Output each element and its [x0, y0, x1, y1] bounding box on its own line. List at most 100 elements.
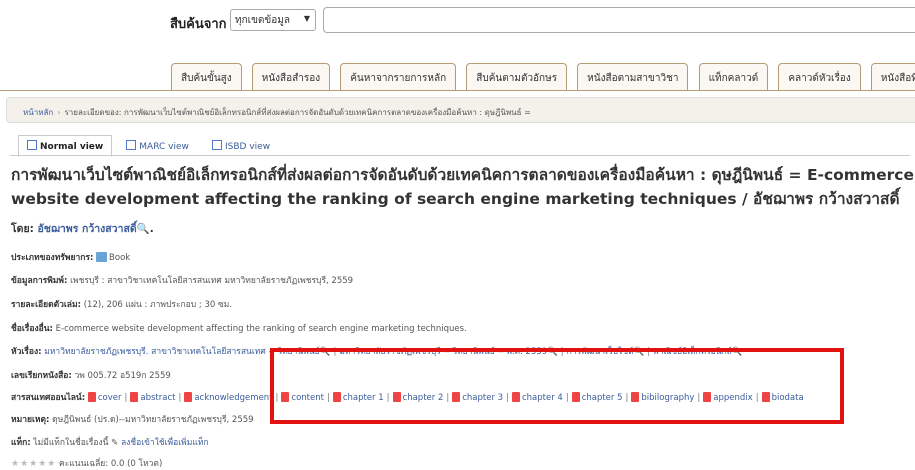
pdf-icon: [332, 392, 341, 402]
material-type-value: Book: [109, 253, 131, 263]
subject-link[interactable]: มหาวิทยาลัยราชภัฏเพชรบุรี -- วิทยานิพนธ์…: [339, 347, 547, 357]
pdf-icon: [184, 392, 193, 402]
pdf-icon: [281, 392, 290, 402]
publication-value: เพชรบุรี : สาขาวิชาเทคโนโลยีสารสนเทศ มหา…: [70, 276, 354, 286]
search-icon[interactable]: 🔍: [547, 347, 558, 357]
breadcrumb-separator: ›: [57, 108, 61, 117]
tab-marc-view-label: MARC view: [139, 142, 189, 152]
search-icon[interactable]: 🔍: [732, 347, 743, 357]
search-icon[interactable]: 🔍: [320, 347, 331, 357]
separator: |: [333, 347, 337, 357]
tab-isbd-view-label: ISBD view: [225, 142, 271, 152]
search-icon[interactable]: 🔍: [137, 223, 150, 235]
resource-link-chapter-2[interactable]: chapter 2: [403, 393, 444, 403]
resource-link-content[interactable]: content: [291, 393, 324, 403]
separator: |: [124, 393, 128, 403]
document-icon: [27, 140, 37, 150]
tags-label: แท็ก:: [11, 438, 31, 448]
resource-link-biodata[interactable]: biodata: [772, 393, 804, 403]
subjects-row: หัวเรื่อง: มหาวิทยาลัยราชภัฏเพชรบุรี. สา…: [11, 344, 743, 358]
pdf-icon: [631, 392, 640, 402]
star-rating-icons[interactable]: ★★★★★: [11, 459, 56, 469]
tab-subject-cloud[interactable]: คลาวด์หัวเรื่อง: [778, 63, 861, 90]
author-line: โดย: อัชฌาพร กว้างสวาสดิ์🔍.: [11, 220, 154, 237]
search-input[interactable]: [323, 7, 915, 33]
tags-value: ไม่มีแท็กในชื่อเรื่องนี้: [33, 438, 109, 448]
view-tabs-divider: [10, 155, 910, 156]
resource-link-bibliography[interactable]: bibilography: [641, 393, 694, 403]
separator: |: [565, 393, 569, 403]
search-label: สืบค้นจาก: [170, 17, 227, 32]
call-number-value: วพ 005.72 อ519ก 2559: [74, 371, 171, 381]
pdf-icon: [703, 392, 712, 402]
record-title: การพัฒนาเว็บไซต์พาณิชย์อิเล็กทรอนิกส์ที่…: [11, 166, 914, 208]
pdf-icon: [452, 392, 461, 402]
subject-link[interactable]: พาณิชย์อิเล็กทรอนิกส์: [653, 347, 732, 357]
resource-link-acknowledgement[interactable]: acknowledgement: [194, 393, 272, 403]
search-scope-select[interactable]: ทุกเขตข้อมูล ▼: [230, 9, 316, 31]
separator: |: [697, 393, 701, 403]
resource-link-chapter-1[interactable]: chapter 1: [343, 393, 384, 403]
separator: |: [275, 393, 279, 403]
other-title-row: ชื่อเรื่องอื่น: E-commerce website devel…: [11, 321, 467, 335]
author-link[interactable]: อัชฌาพร กว้างสวาสดิ์: [37, 223, 136, 235]
call-number-label: เลขเรียกหนังสือ:: [11, 371, 72, 381]
description-value: (12), 206 แผ่น : ภาพประกอบ ; 30 ซม.: [83, 300, 233, 310]
separator: |: [560, 347, 564, 357]
publication-row: ข้อมูลการพิมพ์: เพชรบุรี : สาขาวิชาเทคโน…: [11, 273, 353, 287]
other-title-value: E-commerce website development affecting…: [55, 324, 467, 334]
separator: |: [446, 393, 450, 403]
pdf-icon: [511, 392, 520, 402]
resource-link-chapter-4[interactable]: chapter 4: [522, 393, 563, 403]
online-resources-label: สารสนเทศออนไลน์:: [11, 393, 86, 403]
notes-row: หมายเหตุ: ดุษฎีนิพนธ์ (ปร.ด)--มหาวิทยาลั…: [11, 412, 254, 426]
subjects-label: หัวเรื่อง:: [11, 347, 42, 357]
subject-link[interactable]: มหาวิทยาลัยราชภัฏเพชรบุรี. สาขาวิชาเทคโน…: [44, 347, 320, 357]
tab-most-popular[interactable]: หนังสือที่ได้รั: [870, 63, 915, 90]
pdf-icon: [130, 392, 139, 402]
breadcrumb-home-link[interactable]: หน้าหลัก: [23, 108, 53, 117]
tab-browse-alphabet[interactable]: สืบค้นตามตัวอักษร: [466, 63, 568, 90]
main-nav-tabs: สืบค้นขั้นสูง หนังสือสำรอง ค้นหาจากรายกา…: [171, 63, 915, 91]
tab-isbd-view[interactable]: ISBD view: [203, 135, 279, 157]
tab-advanced-search[interactable]: สืบค้นขั้นสูง: [171, 63, 242, 90]
tab-browse-authority[interactable]: ค้นหาจากรายการหลัก: [340, 63, 457, 90]
description-row: รายละเอียดตัวเล่ม: (12), 206 แผ่น : ภาพป…: [11, 297, 232, 311]
tab-normal-view[interactable]: Normal view: [18, 135, 113, 157]
tab-tag-cloud[interactable]: แท็กคลาวด์: [698, 63, 769, 90]
resource-link-abstract[interactable]: abstract: [140, 393, 175, 403]
tab-subject-books[interactable]: หนังสือตามสาขาวิชา: [577, 63, 689, 90]
pdf-icon: [571, 392, 580, 402]
resource-link-chapter-3[interactable]: chapter 3: [462, 393, 503, 403]
login-to-add-tags-link[interactable]: ลงชื่อเข้าใช้เพื่อเพิ่มแท็ก: [121, 438, 209, 448]
tab-normal-view-label: Normal view: [40, 142, 104, 152]
search-icon[interactable]: 🔍: [634, 347, 645, 357]
pdf-icon: [761, 392, 770, 402]
author-suffix: .: [149, 223, 154, 235]
tabs-divider: [0, 90, 915, 91]
resource-link-cover[interactable]: cover: [98, 393, 122, 403]
tab-marc-view[interactable]: MARC view: [117, 135, 198, 157]
call-number-row: เลขเรียกหนังสือ: วพ 005.72 อ519ก 2559: [11, 368, 171, 382]
subject-link[interactable]: การพัฒนาเว็บไซต์: [567, 347, 634, 357]
separator: |: [178, 393, 182, 403]
separator: |: [755, 393, 759, 403]
separator: |: [506, 393, 509, 403]
tags-row: แท็ก: ไม่มีแท็กในชื่อเรื่องนี้ ✎ ลงชื่อเ…: [11, 435, 209, 449]
separator: |: [386, 393, 390, 403]
breadcrumb: หน้าหลัก › รายละเอียดของ: การพัฒนาเว็บไซต์…: [6, 97, 915, 123]
material-type-label: ประเภทของทรัพยากร:: [11, 253, 94, 263]
resource-link-chapter-5[interactable]: chapter 5: [582, 393, 623, 403]
notes-value: ดุษฎีนิพนธ์ (ปร.ด)--มหาวิทยาลัยราชภัฏเพช…: [52, 415, 254, 425]
separator: |: [625, 393, 629, 403]
rating-value: คะแนนเฉลี่ย: 0.0 (0 โหวต): [59, 459, 163, 469]
other-title-label: ชื่อเรื่องอื่น:: [11, 324, 53, 334]
tab-course-reserves[interactable]: หนังสือสำรอง: [251, 63, 331, 90]
search-bar: สืบค้นจาก ทุกเขตข้อมูล ▼: [0, 0, 915, 44]
description-label: รายละเอียดตัวเล่ม:: [11, 300, 82, 310]
author-label: โดย:: [11, 223, 34, 235]
document-icon: [126, 140, 137, 150]
book-icon: [96, 252, 108, 262]
resource-link-appendix[interactable]: appendix: [713, 393, 752, 403]
online-resources-row: สารสนเทศออนไลน์: cover | abstract | acknowle…: [11, 390, 804, 404]
